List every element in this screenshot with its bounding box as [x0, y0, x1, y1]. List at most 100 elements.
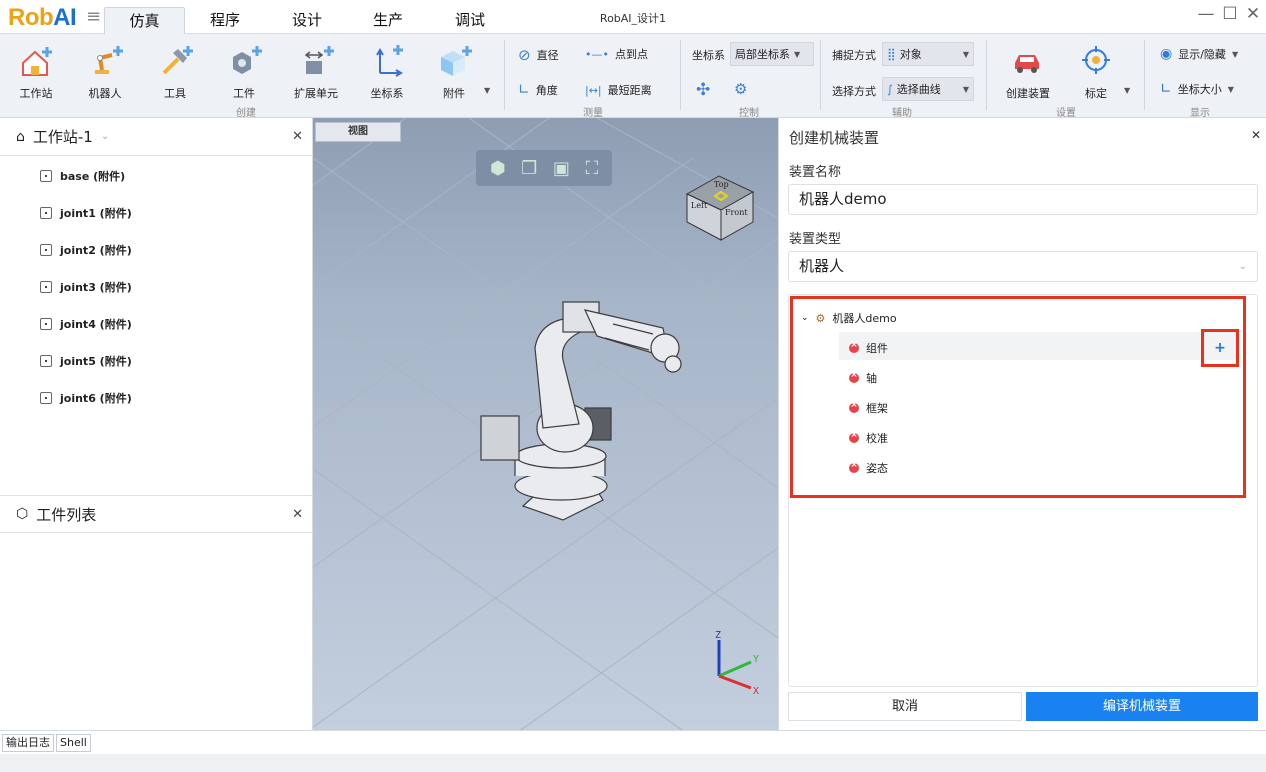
- axis-y-label: Y: [753, 654, 759, 665]
- hammer-icon: [145, 40, 205, 80]
- cancel-button[interactable]: 取消: [788, 692, 1022, 721]
- ribbon-toolbar: 工作站 机器人 工具 工件 扩展单元 坐标系 附件 ▼ 创建 ⊘ 直径 •—• 点到…: [0, 34, 1266, 119]
- tree-item-joint3[interactable]: joint3 (附件): [40, 279, 132, 295]
- tree-item-joint4[interactable]: joint4 (附件): [40, 316, 132, 332]
- app-window: RobAI ≡ 仿真 程序 设计 生产 调试 RobAI_设计1 — ☐ ✕ 工…: [0, 0, 1266, 772]
- component-icon: [40, 244, 52, 256]
- coordinate-system-button[interactable]: 坐标系: [357, 40, 417, 101]
- capture-label: 捕捉方式: [832, 49, 876, 62]
- tool-button[interactable]: 工具: [145, 40, 205, 101]
- 3d-viewport[interactable]: 视图 ⬢ ❐ ▣ ⛶ Top Left Front Z Y X: [313, 118, 778, 730]
- cube-icon: [424, 40, 484, 80]
- cube-front-label: Front: [725, 208, 748, 217]
- tree-item-joint1[interactable]: joint1 (附件): [40, 205, 132, 221]
- angle-button[interactable]: ∟ 角度: [518, 82, 558, 98]
- point-to-point-button[interactable]: •—• 点到点: [585, 46, 648, 62]
- axis-size-icon: ∟: [1160, 81, 1172, 97]
- plus-icon: +: [1214, 340, 1226, 356]
- robot-button[interactable]: 机器人: [75, 40, 135, 101]
- eye-icon: ◉: [1160, 46, 1173, 62]
- cube-top-label: Top: [714, 180, 729, 189]
- workpiece-list-title: 工件列表: [36, 505, 97, 524]
- diameter-button[interactable]: ⊘ 直径: [518, 46, 559, 64]
- minimize-button[interactable]: —: [1196, 4, 1216, 24]
- fit-view-icon[interactable]: ⛶: [586, 158, 599, 179]
- extension-unit-button[interactable]: 扩展单元: [286, 40, 346, 101]
- hex-nut-icon: [214, 40, 274, 80]
- chevron-down-icon: ▼: [1227, 84, 1234, 94]
- extension-unit-icon: [286, 40, 346, 80]
- axis-triad: Z Y X: [715, 630, 759, 697]
- move-icon[interactable]: ✣: [696, 80, 710, 100]
- component-icon: [40, 281, 52, 293]
- select-label: 选择方式: [832, 85, 876, 98]
- grid-dots-icon: ⣿: [887, 47, 896, 61]
- target-icon: [1066, 40, 1126, 80]
- calibrate-dropdown-icon[interactable]: ▼: [1124, 86, 1130, 95]
- close-button[interactable]: ✕: [1243, 4, 1263, 24]
- panel-title: 创建机械装置: [789, 129, 880, 147]
- close-workpiece-panel-icon[interactable]: ✕: [292, 507, 303, 522]
- divider: [504, 40, 505, 110]
- view-wireframe-icon[interactable]: ❐: [521, 158, 537, 179]
- tree-item-joint2[interactable]: joint2 (附件): [40, 242, 132, 258]
- component-icon: [40, 355, 52, 367]
- status-bar: [0, 754, 1266, 772]
- close-station-panel-icon[interactable]: ✕: [292, 129, 303, 144]
- car-icon: [998, 40, 1058, 80]
- add-component-button[interactable]: +: [1201, 329, 1239, 367]
- cube-outline-icon: ⬡: [16, 506, 29, 522]
- view-cube[interactable]: Top Left Front: [683, 170, 759, 242]
- capture-select[interactable]: ⣿ 对象 ▼: [882, 42, 974, 66]
- tree-item-joint5[interactable]: joint5 (附件): [40, 353, 132, 369]
- close-panel-icon[interactable]: ✕: [1251, 128, 1261, 142]
- group-label-create: 创建: [236, 108, 256, 119]
- document-title: RobAI_设计1: [599, 12, 667, 25]
- compile-mechanism-button[interactable]: 编译机械装置: [1026, 692, 1258, 721]
- tab-output-log[interactable]: 输出日志: [2, 734, 54, 752]
- view-iso-icon[interactable]: ⬢: [490, 158, 506, 179]
- view-tab[interactable]: 视图: [315, 122, 401, 142]
- station-title[interactable]: 工作站-1: [33, 126, 93, 147]
- attachment-button[interactable]: 附件: [424, 40, 484, 101]
- divider: [1144, 40, 1145, 110]
- device-name-input[interactable]: 机器人demo: [788, 184, 1258, 215]
- curve-icon: ∫: [887, 82, 893, 96]
- view-shaded-icon[interactable]: ▣: [553, 158, 570, 179]
- frame-label: 坐标系: [692, 49, 725, 62]
- axis-size-button[interactable]: ∟ 坐标大小 ▼: [1160, 81, 1234, 97]
- tab-shell[interactable]: Shell: [56, 734, 91, 752]
- maximize-button[interactable]: ☐: [1220, 4, 1240, 24]
- bottom-tab-bar: 输出日志 Shell: [0, 730, 1266, 754]
- calibrate-button[interactable]: 标定: [1066, 40, 1126, 101]
- device-type-label: 装置类型: [789, 232, 842, 247]
- robot-model[interactable]: [473, 288, 703, 528]
- workpiece-button[interactable]: 工件: [214, 40, 274, 101]
- workpiece-list-header: ⬡ 工件列表 ✕: [0, 495, 313, 533]
- divider: [820, 40, 821, 110]
- device-name-label: 装置名称: [789, 165, 842, 180]
- shortest-distance-button[interactable]: |↔| 最短距离: [585, 82, 652, 98]
- station-icon: [6, 40, 66, 80]
- tree-item-base[interactable]: base (附件): [40, 168, 125, 184]
- angle-icon: ∟: [518, 82, 530, 98]
- create-device-button[interactable]: 创建装置: [998, 40, 1058, 101]
- station-button[interactable]: 工作站: [6, 40, 66, 101]
- show-hide-button[interactable]: ◉ 显示/隐藏 ▼: [1160, 46, 1238, 62]
- chevron-down-icon: ⌄: [1238, 261, 1247, 272]
- tree-item-joint6[interactable]: joint6 (附件): [40, 390, 132, 406]
- group-label-settings: 设置: [1056, 108, 1076, 119]
- device-type-select[interactable]: 机器人 ⌄: [788, 251, 1258, 282]
- home-icon: ⌂: [16, 128, 25, 145]
- frame-select[interactable]: 局部坐标系 ▼: [730, 42, 814, 66]
- diameter-icon: ⊘: [518, 46, 531, 64]
- cube-left-label: Left: [691, 201, 708, 210]
- attachment-dropdown-icon[interactable]: ▼: [484, 86, 490, 95]
- axis-z-label: Z: [715, 630, 721, 641]
- chevron-down-icon[interactable]: ⌄: [101, 131, 109, 142]
- axes-icon: [357, 40, 417, 80]
- component-icon: [40, 170, 52, 182]
- select-mode-select[interactable]: ∫ 选择曲线 ▼: [882, 77, 974, 101]
- jog-robot-icon[interactable]: ⚙: [734, 80, 747, 98]
- chevron-down-icon: ▼: [1231, 49, 1239, 59]
